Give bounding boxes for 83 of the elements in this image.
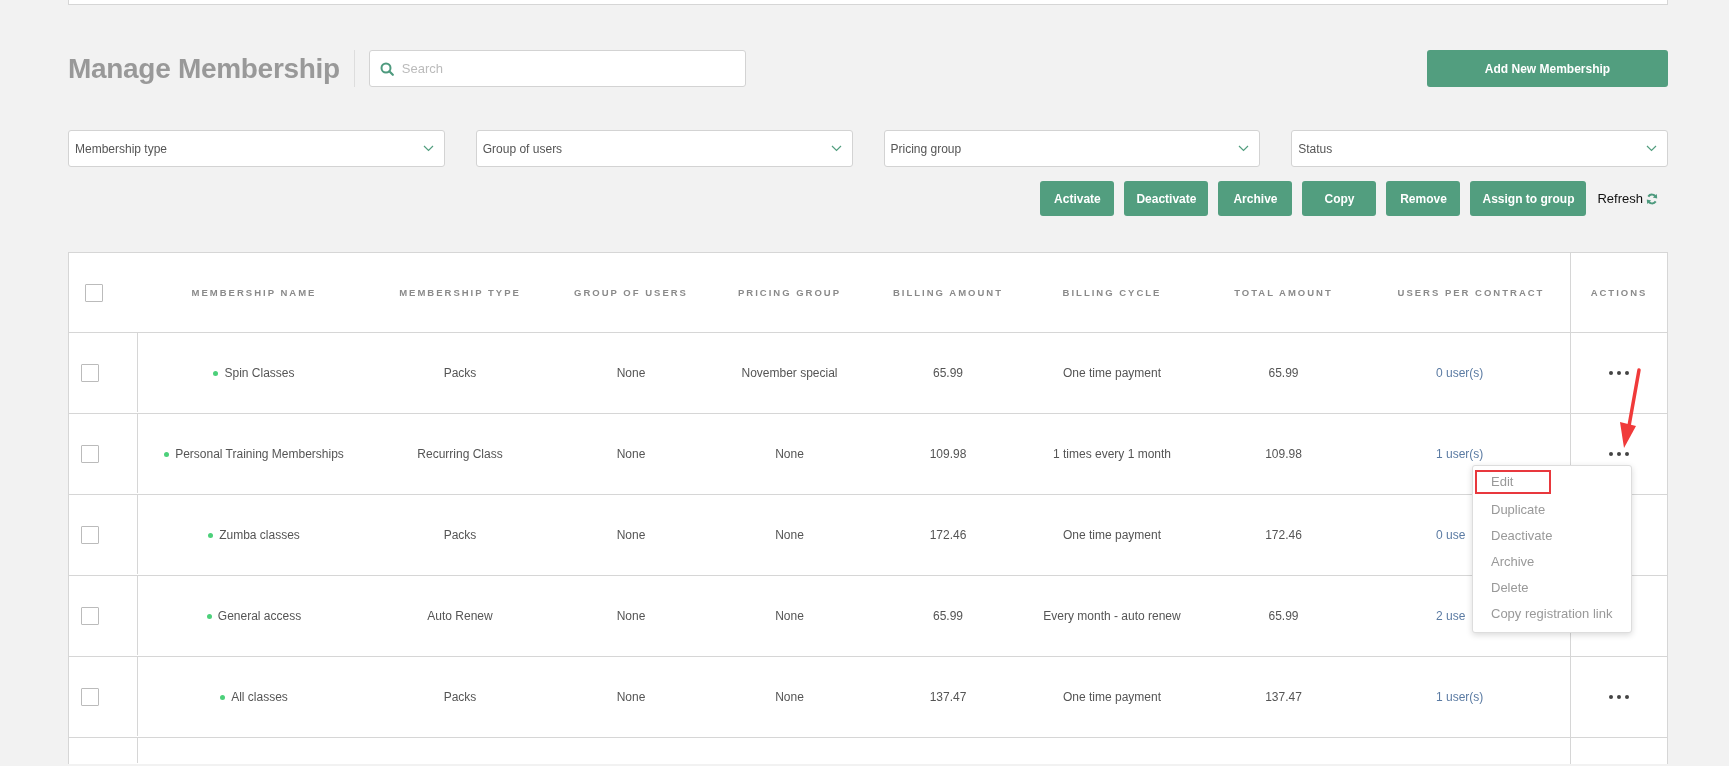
table-cell: None — [775, 447, 804, 461]
users-link[interactable]: 0 use — [1436, 527, 1466, 542]
table-cell: None — [775, 528, 804, 542]
bulk-action-button[interactable]: Assign to group — [1470, 181, 1587, 216]
table-cell: None — [616, 528, 646, 542]
chevron-down-icon — [422, 145, 434, 152]
table-cell: 137.47 — [1265, 690, 1302, 704]
table-cell: Every month - auto renew — [1043, 609, 1181, 623]
column-header: BILLING CYCLE — [1062, 287, 1162, 298]
row-checkbox[interactable] — [81, 444, 99, 463]
refresh-button[interactable]: Refresh — [1597, 191, 1658, 206]
bulk-action-button[interactable]: Archive — [1218, 181, 1293, 216]
table-cell: 65.99 — [1268, 366, 1299, 380]
membership-name: Spin Classes — [224, 366, 295, 380]
users-link[interactable]: 1 user(s) — [1436, 689, 1484, 704]
refresh-icon — [1646, 192, 1658, 205]
users-link[interactable]: 2 use — [1436, 608, 1466, 623]
membership-name: All classes — [231, 690, 288, 704]
ellipsis-icon — [1609, 452, 1629, 456]
table-cell: None — [616, 609, 646, 623]
column-header: BILLING AMOUNT — [893, 287, 1003, 298]
row-checkbox[interactable] — [81, 363, 99, 382]
row-checkbox[interactable] — [81, 525, 99, 544]
table-cell: One time payment — [1062, 690, 1161, 704]
table-cell: One time payment — [1062, 366, 1161, 380]
filter-dropdown[interactable]: Membership type — [68, 130, 445, 167]
users-link[interactable]: 1 user(s) — [1436, 446, 1484, 461]
column-header: USERS PER CONTRACT — [1397, 287, 1545, 298]
filter-dropdown[interactable]: Pricing group — [883, 130, 1261, 167]
menu-item[interactable]: Archive — [1475, 548, 1551, 574]
membership-name: Personal Training Memberships — [175, 447, 344, 461]
table-cell: 1 times every 1 month — [1052, 447, 1172, 461]
add-membership-button[interactable]: Add New Membership — [1427, 50, 1668, 87]
table-cell: None — [775, 609, 804, 623]
table-cell: Packs — [443, 366, 477, 380]
chevron-down-icon — [830, 145, 842, 152]
menu-item[interactable]: Duplicate — [1475, 496, 1562, 522]
table-cell: 137.47 — [929, 690, 967, 704]
bulk-action-button[interactable]: Copy — [1302, 181, 1377, 216]
column-header: MEMBERSHIP TYPE — [399, 287, 521, 298]
filter-dropdown[interactable]: Status — [1291, 130, 1668, 167]
column-header: ACTIONS — [1590, 287, 1648, 298]
bulk-action-button[interactable]: Activate — [1040, 181, 1115, 216]
chevron-down-icon — [1238, 145, 1250, 152]
table-cell: Packs — [443, 528, 477, 542]
row-checkbox[interactable] — [81, 687, 99, 706]
column-header: PRICING GROUP — [737, 287, 842, 298]
page-title: Manage Membership — [68, 52, 340, 85]
table-cell: 172.46 — [929, 528, 967, 542]
table-cell: November special — [741, 366, 838, 380]
column-header: MEMBERSHIP NAME — [191, 287, 317, 298]
table-cell: 172.46 — [1265, 528, 1302, 542]
table-cell: 65.99 — [933, 366, 963, 380]
filter-dropdown[interactable]: Group of users — [475, 130, 853, 167]
table-cell: 109.98 — [929, 447, 967, 461]
ellipsis-icon — [1609, 695, 1629, 699]
column-header: TOTAL AMOUNT — [1234, 287, 1333, 298]
table-cell: 65.99 — [1268, 609, 1299, 623]
table-cell: None — [616, 366, 646, 380]
search-field[interactable]: Search — [368, 50, 746, 87]
row-checkbox[interactable] — [81, 606, 99, 625]
table-cell: None — [616, 690, 646, 704]
table-cell: None — [616, 447, 646, 461]
table-cell: None — [775, 690, 804, 704]
bulk-action-button[interactable]: Remove — [1386, 181, 1461, 216]
table-cell: Recurring Class — [417, 447, 503, 461]
select-all-checkbox[interactable] — [85, 283, 103, 302]
table-cell: Packs — [443, 690, 477, 704]
chevron-down-icon — [1646, 145, 1657, 152]
column-header: GROUP OF USERS — [574, 287, 688, 298]
table-cell: 109.98 — [1265, 447, 1302, 461]
membership-name: Zumba classes — [219, 528, 300, 542]
table-cell: Auto Renew — [427, 609, 493, 623]
menu-item[interactable]: Delete — [1475, 574, 1551, 600]
menu-item[interactable]: Edit — [1475, 470, 1551, 494]
table-cell: One time payment — [1062, 528, 1161, 542]
ellipsis-icon — [1609, 371, 1629, 375]
table-cell: 65.99 — [933, 609, 963, 623]
users-link[interactable]: 0 user(s) — [1436, 365, 1484, 380]
bulk-action-button[interactable]: Deactivate — [1124, 181, 1209, 216]
menu-item[interactable]: Deactivate — [1475, 522, 1569, 548]
menu-item[interactable]: Copy registration link — [1475, 600, 1629, 626]
membership-name: General access — [217, 609, 302, 623]
